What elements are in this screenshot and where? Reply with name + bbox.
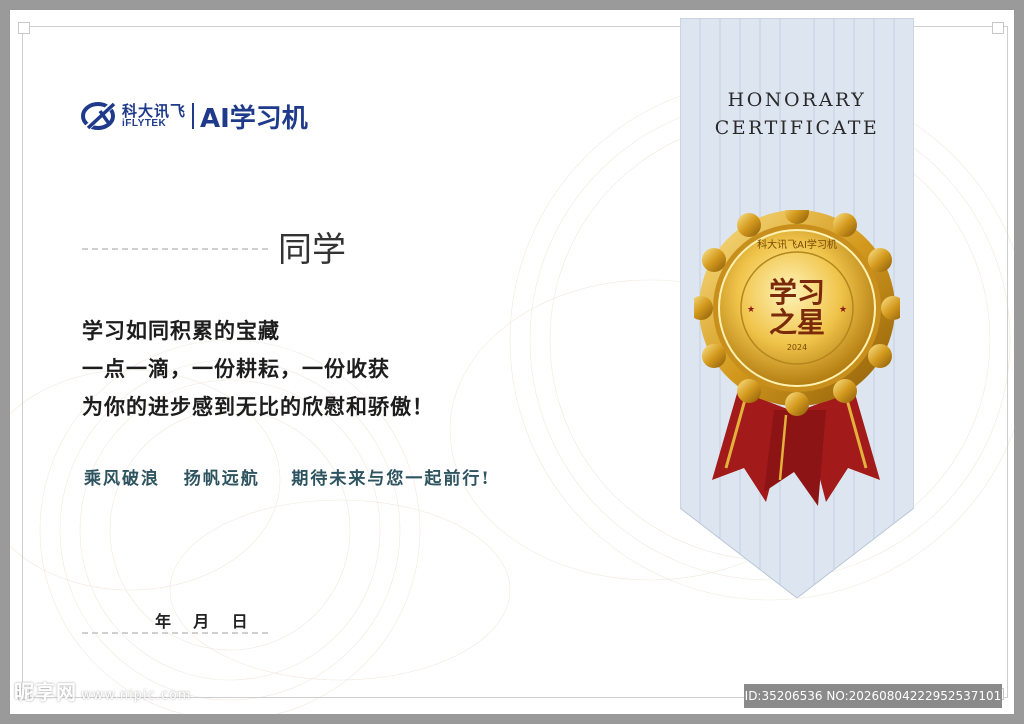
product-name: AI学习机: [200, 103, 308, 134]
body-line-2: 一点一滴，一份耕耘，一份收获: [82, 356, 390, 381]
logo-divider: [192, 103, 195, 129]
iflytek-logo-icon: [81, 100, 117, 132]
brand-logo: 科大讯飞 iFLYTEK AI学习机: [80, 98, 308, 134]
site-watermark: 昵享网 www.nipic.com: [14, 676, 192, 705]
border-corner: [992, 22, 1004, 34]
title-line-1: HONORARY: [727, 89, 867, 111]
title-line-2: CERTIFICATE: [714, 117, 880, 139]
brand-name-en: iFLYTEK: [122, 117, 167, 129]
certificate-body: 学习如同积累的宝藏 一点一滴，一份耕耘，一份收获 为你的进步感到无比的欣慰和骄傲…: [82, 312, 434, 426]
medal-title-bottom: 之星: [769, 306, 825, 339]
date-label: 年 月 日: [155, 612, 248, 631]
border-corner: [18, 22, 30, 34]
site-watermark-url: www.nipic.com: [81, 688, 192, 703]
star-medal: 科大讯飞AI学习机 学习 之星 2024 ★ ★: [694, 210, 900, 506]
honorary-certificate-title: HONORARY CERTIFICATE: [680, 86, 914, 142]
recipient-name-blank: [82, 248, 268, 250]
recipient-suffix: 同学: [278, 230, 346, 270]
image-id-badge: ID:35206536 NO:20260804222952537101: [744, 684, 1002, 708]
body-line-1: 学习如同积累的宝藏: [82, 318, 280, 343]
medal-title-top: 学习: [769, 276, 825, 309]
certificate-page: 科大讯飞 iFLYTEK AI学习机 同学 学习如同积累的宝藏 一点一滴，一份耕…: [10, 10, 1014, 714]
body-line-3: 为你的进步感到无比的欣慰和骄傲！: [82, 394, 434, 419]
brand-name-cn: 科大讯飞: [122, 101, 187, 120]
site-watermark-name: 昵享网: [14, 680, 77, 704]
medal-star-icon: ★: [747, 305, 755, 315]
date-underline: [82, 632, 268, 634]
wish-line: 乘风破浪 扬帆远航 期待未来与您一起前行!: [84, 469, 491, 489]
medal-ring-text: 科大讯飞AI学习机: [757, 238, 837, 251]
medal-year: 2024: [787, 343, 807, 352]
medal-star-icon: ★: [839, 305, 847, 315]
